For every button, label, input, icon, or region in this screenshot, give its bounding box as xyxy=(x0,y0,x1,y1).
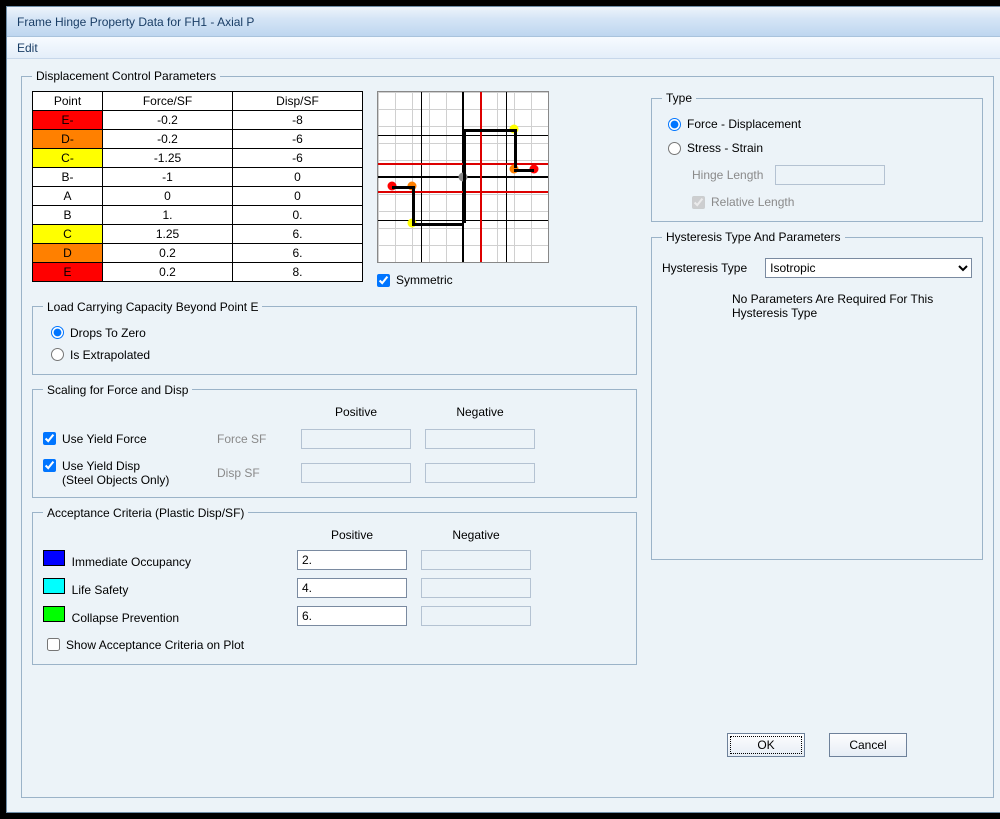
force-sf-negative xyxy=(425,429,535,449)
group-dcp-legend: Displacement Control Parameters xyxy=(32,69,220,83)
label-disp-sf: Disp SF xyxy=(217,466,287,480)
hysteresis-note: No Parameters Are Required For This Hyst… xyxy=(732,292,972,320)
col-disp: Disp/SF xyxy=(233,92,363,111)
cell-disp[interactable]: -6 xyxy=(233,130,363,149)
table-row[interactable]: E--0.2-8 xyxy=(33,111,363,130)
io-negative xyxy=(421,550,531,570)
col-force: Force/SF xyxy=(103,92,233,111)
hysteresis-type-select[interactable]: Isotropic xyxy=(765,258,972,278)
cell-disp[interactable]: 6. xyxy=(233,225,363,244)
cell-disp[interactable]: 0 xyxy=(233,168,363,187)
table-row[interactable]: A00 xyxy=(33,187,363,206)
group-acceptance: Acceptance Criteria (Plastic Disp/SF) Po… xyxy=(32,506,637,666)
scaling-positive-header: Positive xyxy=(301,405,411,419)
cell-disp[interactable]: 0. xyxy=(233,206,363,225)
cp-negative xyxy=(421,606,531,626)
cp-positive[interactable] xyxy=(297,606,407,626)
ls-negative xyxy=(421,578,531,598)
disp-sf-negative xyxy=(425,463,535,483)
scaling-negative-header: Negative xyxy=(425,405,535,419)
group-type: Type Force - Displacement Stress - Strai… xyxy=(651,91,983,222)
window-title: Frame Hinge Property Data for FH1 - Axia… xyxy=(17,15,254,29)
cell-disp[interactable]: 6. xyxy=(233,244,363,263)
cell-disp[interactable]: 0 xyxy=(233,187,363,206)
symmetric-checkbox[interactable]: Symmetric xyxy=(377,273,453,287)
cell-force[interactable]: 0.2 xyxy=(103,244,233,263)
cell-force[interactable]: -0.2 xyxy=(103,111,233,130)
group-load-capacity: Load Carrying Capacity Beyond Point E Dr… xyxy=(32,300,637,375)
label-hinge-length: Hinge Length xyxy=(692,168,763,182)
label-force-sf: Force SF xyxy=(217,432,287,446)
chk-show-acceptance-on-plot[interactable]: Show Acceptance Criteria on Plot xyxy=(47,638,244,652)
cell-point[interactable]: C xyxy=(33,225,103,244)
symmetric-input[interactable] xyxy=(377,274,390,287)
cell-point[interactable]: B xyxy=(33,206,103,225)
menu-edit[interactable]: Edit xyxy=(17,41,38,55)
table-row[interactable]: C--1.25-6 xyxy=(33,149,363,168)
cell-force[interactable]: -0.2 xyxy=(103,130,233,149)
client-area: Displacement Control Parameters Point Fo… xyxy=(7,59,1000,812)
hinge-table[interactable]: Point Force/SF Disp/SF E--0.2-8D--0.2-6C… xyxy=(32,91,363,282)
cell-point[interactable]: E xyxy=(33,263,103,282)
hinge-plot xyxy=(377,91,549,263)
dialog-window: Frame Hinge Property Data for FH1 - Axia… xyxy=(6,6,1000,813)
group-hysteresis: Hysteresis Type And Parameters Hysteresi… xyxy=(651,230,983,560)
cell-force[interactable]: 0.2 xyxy=(103,263,233,282)
chk-relative-length: Relative Length xyxy=(692,195,972,209)
ls-positive[interactable] xyxy=(297,578,407,598)
swatch-ls xyxy=(43,578,65,594)
io-positive[interactable] xyxy=(297,550,407,570)
group-dcp: Displacement Control Parameters Point Fo… xyxy=(21,69,994,798)
force-sf-positive xyxy=(301,429,411,449)
cell-force[interactable]: -1 xyxy=(103,168,233,187)
label-hysteresis-type: Hysteresis Type xyxy=(662,261,747,275)
cell-point[interactable]: C- xyxy=(33,149,103,168)
ok-button[interactable]: OK xyxy=(727,733,805,757)
radio-drops-to-zero[interactable]: Drops To Zero xyxy=(51,326,626,340)
table-row[interactable]: C1.256. xyxy=(33,225,363,244)
group-scaling: Scaling for Force and Disp Positive Nega… xyxy=(32,383,637,498)
table-row[interactable]: B1.0. xyxy=(33,206,363,225)
table-row[interactable]: B--10 xyxy=(33,168,363,187)
radio-force-displacement[interactable]: Force - Displacement xyxy=(668,117,972,131)
table-row[interactable]: D0.26. xyxy=(33,244,363,263)
hinge-length-input xyxy=(775,165,885,185)
cell-disp[interactable]: -6 xyxy=(233,149,363,168)
cell-point[interactable]: D- xyxy=(33,130,103,149)
cell-point[interactable]: B- xyxy=(33,168,103,187)
cell-force[interactable]: 1.25 xyxy=(103,225,233,244)
cell-point[interactable]: D xyxy=(33,244,103,263)
radio-is-extrapolated[interactable]: Is Extrapolated xyxy=(51,348,626,362)
table-row[interactable]: E0.28. xyxy=(33,263,363,282)
disp-sf-positive xyxy=(301,463,411,483)
cell-disp[interactable]: 8. xyxy=(233,263,363,282)
cancel-button[interactable]: Cancel xyxy=(829,733,907,757)
cell-disp[interactable]: -8 xyxy=(233,111,363,130)
swatch-io xyxy=(43,550,65,566)
accept-positive-header: Positive xyxy=(297,528,407,542)
cell-point[interactable]: E- xyxy=(33,111,103,130)
cell-force[interactable]: -1.25 xyxy=(103,149,233,168)
table-row[interactable]: D--0.2-6 xyxy=(33,130,363,149)
radio-stress-strain[interactable]: Stress - Strain xyxy=(668,141,972,155)
cell-force[interactable]: 0 xyxy=(103,187,233,206)
col-point: Point xyxy=(33,92,103,111)
accept-negative-header: Negative xyxy=(421,528,531,542)
chk-use-yield-force[interactable]: Use Yield Force xyxy=(43,432,203,446)
cell-force[interactable]: 1. xyxy=(103,206,233,225)
titlebar: Frame Hinge Property Data for FH1 - Axia… xyxy=(7,7,1000,37)
chk-use-yield-disp[interactable]: Use Yield Disp (Steel Objects Only) xyxy=(43,459,203,487)
cell-point[interactable]: A xyxy=(33,187,103,206)
swatch-cp xyxy=(43,606,65,622)
menubar[interactable]: Edit xyxy=(7,37,1000,59)
